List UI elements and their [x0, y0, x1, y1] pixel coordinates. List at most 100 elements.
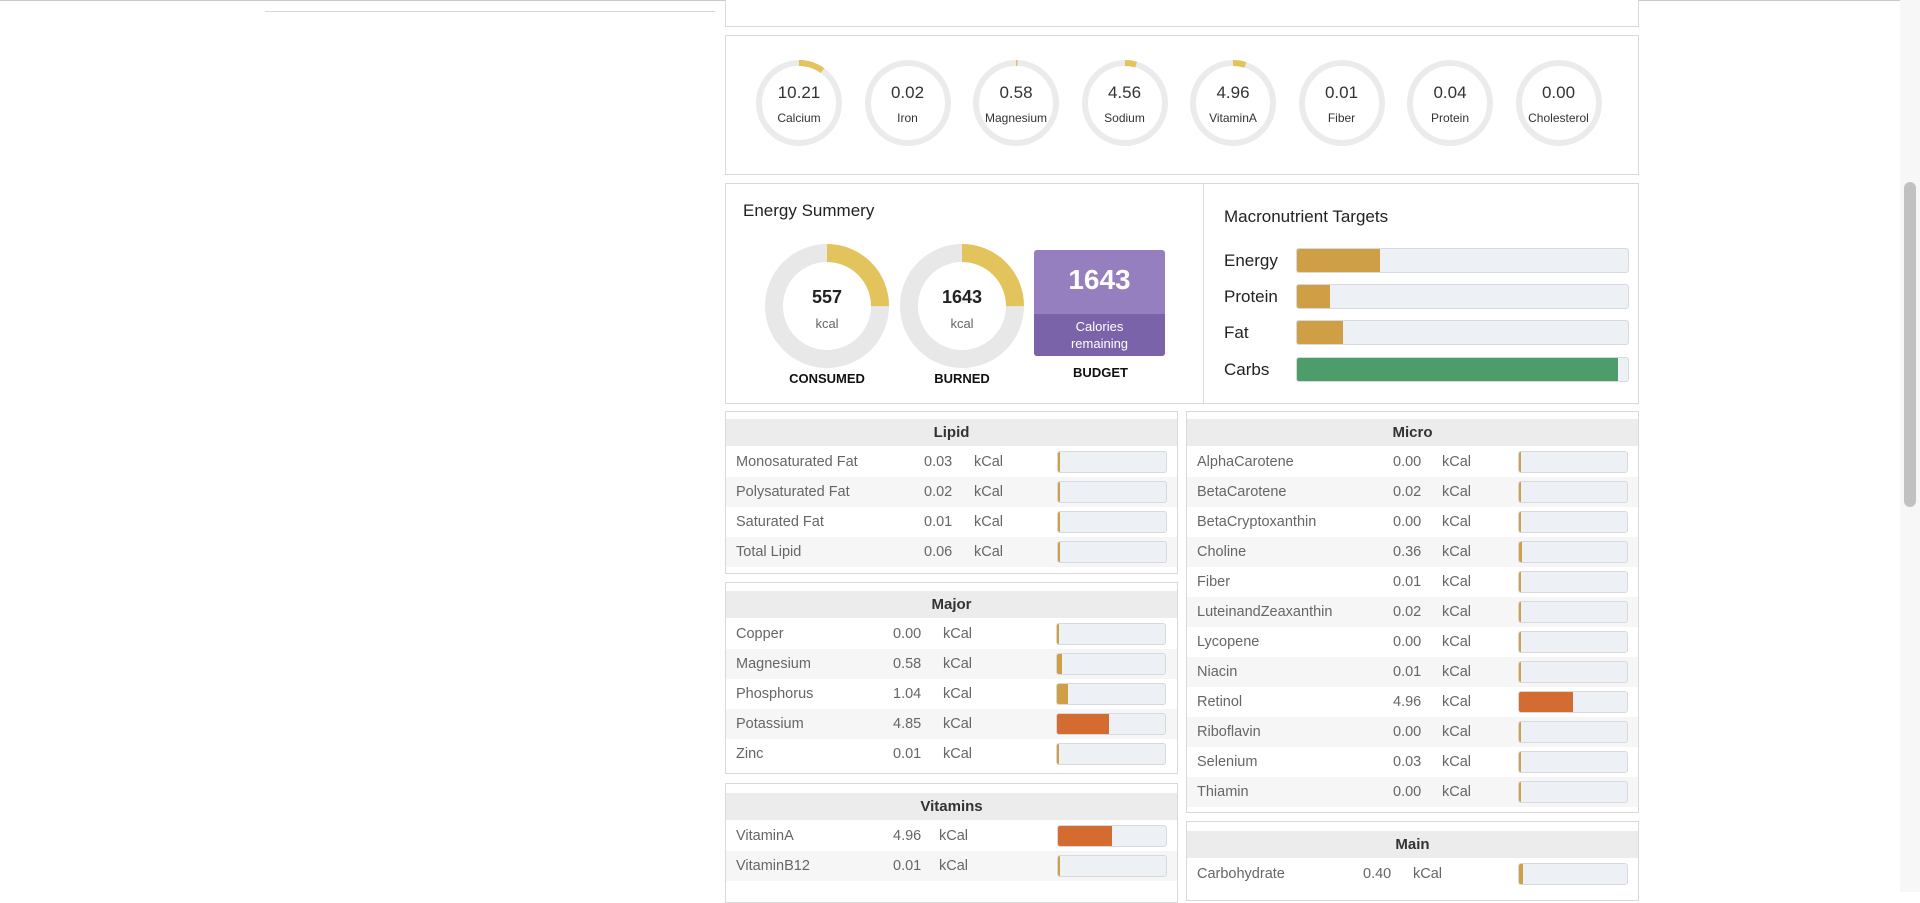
nutrient-unit: kCal	[1442, 454, 1472, 470]
nutrient-value: 0.01	[893, 858, 922, 874]
nutrient-ring-label: Fiber	[1327, 111, 1356, 125]
micro-row-niacin: Niacin 0.01 kCal	[1187, 657, 1638, 687]
nutrient-value: 0.01	[1393, 664, 1422, 680]
micro-row-lycopene: Lycopene 0.00 kCal	[1187, 627, 1638, 657]
nutrient-progress-fill	[1519, 782, 1521, 802]
micro-row-alphacarotene: AlphaCarotene 0.00 kCal	[1187, 447, 1638, 477]
energy-summary-title: Energy Summery	[743, 201, 875, 220]
nutrient-progress-fill	[1057, 744, 1059, 764]
nutrient-progress-fill	[1057, 654, 1063, 674]
nutrient-name: BetaCarotene	[1197, 484, 1287, 500]
nutrient-value: 0.00	[1393, 454, 1422, 470]
micro-row-luteinandzeaxanthin: LuteinandZeaxanthin 0.02 kCal	[1187, 597, 1638, 627]
nutrient-value: 4.96	[1393, 694, 1422, 710]
nutrient-progress-fill	[1519, 722, 1521, 742]
major-row-phosphorus: Phosphorus 1.04 kCal	[726, 679, 1177, 709]
lipid-row-monosaturated-fat: Monosaturated Fat 0.03 kCal	[726, 447, 1177, 477]
consumed-caption: CONSUMED	[789, 371, 865, 386]
nutrient-ring-cholesterol: 0.00 Cholesterol	[1514, 58, 1604, 148]
macro-label-protein: Protein	[1224, 287, 1278, 306]
major-row-copper: Copper 0.00 kCal	[726, 619, 1177, 649]
macro-bar-protein	[1296, 284, 1629, 309]
nutrient-ring-label: Cholesterol	[1528, 111, 1589, 125]
scrollbar-thumb[interactable]	[1904, 182, 1916, 507]
nutrient-name: Saturated Fat	[736, 514, 824, 530]
nutrient-value: 1.04	[893, 686, 922, 702]
budget-value: 1643	[1068, 264, 1131, 295]
major-table-title: Major	[726, 591, 1177, 618]
previous-card	[725, 0, 1639, 27]
nutrient-name: Selenium	[1197, 754, 1258, 770]
nutrient-progress-fill	[1519, 864, 1524, 884]
nutrient-unit: kCal	[1442, 634, 1472, 650]
nutrient-ring-label: Calcium	[777, 111, 821, 125]
nutrient-progress-bar	[1518, 721, 1628, 743]
consumed-unit: kcal	[815, 316, 839, 331]
nutrient-progress-fill	[1057, 714, 1109, 734]
nutrient-unit: kCal	[943, 626, 973, 642]
nutrient-progress-bar	[1056, 623, 1166, 645]
nutrient-value: 0.01	[1393, 574, 1422, 590]
nutrient-name: Potassium	[736, 716, 804, 732]
nutrient-ring-value: 0.58	[999, 83, 1033, 102]
nutrient-ring-label: VitaminA	[1209, 111, 1257, 125]
nutrient-unit: kCal	[1442, 784, 1472, 800]
lipid-table-title: Lipid	[726, 419, 1177, 446]
nutrient-name: AlphaCarotene	[1197, 454, 1294, 470]
major-row-potassium: Potassium 4.85 kCal	[726, 709, 1177, 739]
nutrient-unit: kCal	[1442, 604, 1472, 620]
nutrient-ring-value: 0.00	[1541, 83, 1576, 102]
nutrient-ring-value: 0.02	[890, 83, 925, 102]
micro-row-retinol: Retinol 4.96 kCal	[1187, 687, 1638, 717]
budget-tile: 1643 Calories remaining	[1034, 250, 1165, 356]
nutrient-progress-bar	[1057, 511, 1167, 533]
nutrient-value: 0.02	[924, 484, 953, 500]
nutrient-value: 0.02	[1393, 484, 1422, 500]
nutrient-unit: kCal	[939, 858, 969, 874]
sidebar-divider	[265, 11, 715, 12]
macro-bar-carbs	[1296, 357, 1629, 382]
budget-label-line2: remaining	[1070, 336, 1129, 351]
nutrient-name: Magnesium	[736, 656, 811, 672]
nutrient-progress-bar	[1518, 571, 1628, 593]
nutrient-unit: kCal	[1442, 514, 1472, 530]
nutrient-unit: kCal	[1442, 664, 1472, 680]
nutrient-progress-fill	[1519, 572, 1521, 592]
nutrient-ring-calcium: 10.21 Calcium	[754, 58, 844, 148]
nutrient-unit: kCal	[974, 484, 1004, 500]
nutrient-value: 4.85	[893, 716, 922, 732]
nutrient-progress-fill	[1519, 542, 1523, 562]
nutrient-progress-fill	[1519, 512, 1521, 532]
nutrient-name: Copper	[736, 626, 784, 642]
macro-label-energy: Energy	[1224, 251, 1278, 270]
nutrient-progress-bar	[1518, 541, 1628, 563]
nutrient-ring-value: 4.56	[1107, 83, 1142, 102]
nutrient-unit: kCal	[1442, 484, 1472, 500]
nutrient-progress-fill	[1058, 452, 1060, 472]
burned-value: 1643	[941, 287, 983, 307]
vitamins-row-vitamina: VitaminA 4.96 kCal	[726, 821, 1177, 851]
nutrient-progress-fill	[1519, 602, 1521, 622]
nutrient-value: 0.03	[1393, 754, 1422, 770]
nutrient-unit: kCal	[1442, 574, 1472, 590]
nutrient-progress-fill	[1058, 512, 1060, 532]
nutrient-unit: kCal	[943, 746, 973, 762]
nutrient-value: 4.96	[893, 828, 922, 844]
nutrient-name: Phosphorus	[736, 686, 814, 702]
nutrient-unit: kCal	[943, 656, 973, 672]
micro-row-thiamin: Thiamin 0.00 kCal	[1187, 777, 1638, 807]
macro-bar-fat	[1296, 320, 1629, 345]
nutrient-name: Carbohydrate	[1197, 866, 1285, 882]
nutrient-progress-bar	[1518, 691, 1628, 713]
nutrient-ring-label: Iron	[897, 111, 918, 125]
nutrient-value: 0.01	[893, 746, 922, 762]
nutrient-value: 0.00	[1393, 634, 1422, 650]
nutrient-ring-magnesium: 0.58 Magnesium	[971, 58, 1061, 148]
nutrient-name: Niacin	[1197, 664, 1238, 680]
nutrient-progress-fill	[1058, 482, 1060, 502]
nutrient-name: LuteinandZeaxanthin	[1197, 604, 1333, 620]
nutrient-name: Monosaturated Fat	[736, 454, 858, 470]
nutrient-ring-label: Sodium	[1104, 111, 1145, 125]
burned-ring: 1643 kcal	[900, 244, 1024, 368]
macro-bar-fill	[1297, 249, 1380, 272]
